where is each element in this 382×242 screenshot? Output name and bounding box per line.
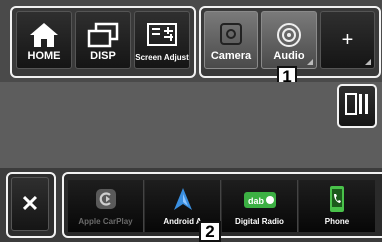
home-label: HOME [27, 50, 61, 62]
audio-icon [262, 22, 316, 48]
shortcut-group-left: HOME DISP Screen Adjust [10, 6, 196, 78]
camera-button[interactable]: Camera [204, 11, 258, 69]
audio-label: Audio [273, 50, 305, 62]
disp-button[interactable]: DISP [75, 11, 131, 69]
add-shortcut-button[interactable]: + [320, 11, 375, 69]
app-launcher-group: Apple CarPlay Android A dab Digital Radi… [62, 172, 382, 238]
disp-label: DISP [90, 50, 116, 62]
dab-radio-icon: dab [222, 190, 297, 210]
close-group: ✕ [6, 172, 56, 238]
add-icon: + [341, 28, 354, 51]
display-icon [76, 22, 130, 48]
app-phone[interactable]: Phone [299, 180, 375, 232]
app-label-digital-radio: Digital Radio [235, 217, 284, 226]
app-label-phone: Phone [324, 217, 350, 226]
audio-corner-indicator [307, 59, 313, 65]
svg-text:dab: dab [248, 196, 265, 206]
app-label-android-auto: Android A [163, 217, 202, 226]
add-corner-indicator [365, 59, 371, 65]
home-button[interactable]: HOME [16, 11, 72, 69]
app-digital-radio[interactable]: dab Digital Radio [222, 180, 298, 232]
phone-icon [299, 185, 375, 213]
home-icon [17, 22, 71, 48]
screen-adjust-button[interactable]: Screen Adjust [134, 11, 190, 69]
app-label-apple-carplay: Apple CarPlay [78, 217, 133, 226]
app-list-icon [344, 91, 370, 122]
close-icon: ✕ [20, 191, 40, 216]
camera-label: Camera [210, 50, 252, 62]
app-apple-carplay[interactable]: Apple CarPlay [68, 180, 144, 232]
screen-adjust-label: Screen Adjust [135, 53, 189, 62]
close-button[interactable]: ✕ [11, 177, 49, 231]
middle-area [0, 82, 382, 168]
camera-icon [205, 22, 257, 46]
carplay-icon [68, 188, 143, 210]
callout-2: 2 [199, 221, 221, 242]
audio-button[interactable]: Audio [261, 11, 317, 69]
screen-adjust-icon [135, 22, 189, 48]
app-list-button[interactable] [337, 84, 377, 128]
android-auto-icon [145, 186, 220, 212]
